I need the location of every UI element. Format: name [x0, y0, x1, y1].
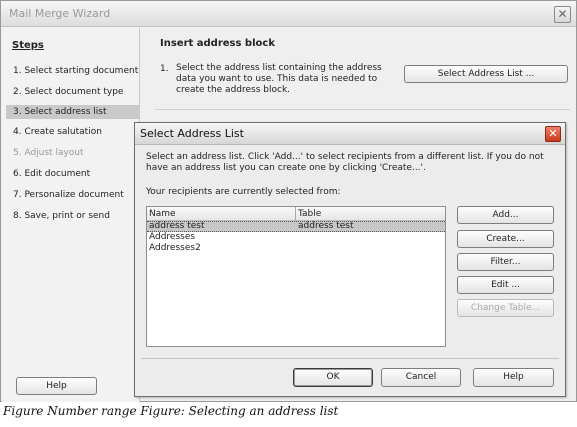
step-create-salutation[interactable]: 4. Create salutation [6, 125, 139, 139]
address-list-table[interactable]: Name Table address test address test Add… [146, 206, 446, 347]
ok-button[interactable]: OK [293, 368, 373, 387]
dialog-titlebar[interactable]: Select Address List ✕ [135, 123, 565, 145]
select-address-list-dialog: Select Address List ✕ Select an address … [134, 122, 566, 397]
table-row[interactable]: Addresses2 [147, 243, 445, 254]
column-header-table[interactable]: Table [296, 208, 321, 220]
recipients-note: Your recipients are currently selected f… [146, 187, 341, 197]
add-button[interactable]: Add... [457, 206, 554, 224]
table-row[interactable]: address test address test [147, 221, 445, 232]
wizard-titlebar[interactable]: Mail Merge Wizard ✕ [1, 1, 576, 27]
dialog-title: Select Address List [140, 127, 244, 140]
wizard-title: Mail Merge Wizard [9, 7, 111, 20]
change-table-button: Change Table... [457, 299, 554, 317]
step-select-document-type[interactable]: 2. Select document type [6, 85, 139, 99]
step-select-starting-document[interactable]: 1. Select starting document [6, 64, 139, 78]
step-edit-document[interactable]: 6. Edit document [6, 167, 139, 181]
step-select-address-list[interactable]: 3. Select address list [6, 105, 139, 119]
row-name-cell: address test [149, 221, 205, 231]
table-row[interactable]: Addresses [147, 232, 445, 243]
steps-heading: Steps [12, 40, 44, 51]
steps-panel: Steps 1. Select starting document 2. Sel… [2, 28, 140, 402]
step-adjust-layout: 5. Adjust layout [13, 148, 84, 158]
wizard-help-button[interactable]: Help [16, 377, 97, 395]
step-personalize-document[interactable]: 7. Personalize document [6, 188, 139, 202]
dialog-instructions: Select an address list. Click 'Add...' t… [146, 152, 544, 173]
figure-caption: Figure Number range Figure: Selecting an… [3, 404, 339, 418]
section-title: Insert address block [160, 38, 275, 49]
separator [155, 109, 570, 110]
dialog-close-button[interactable]: ✕ [545, 126, 561, 142]
cancel-button[interactable]: Cancel [381, 368, 461, 387]
dialog-help-button[interactable]: Help [473, 368, 554, 387]
instruction-text: Select the address list containing the a… [176, 63, 382, 95]
row-table-cell: address test [298, 221, 354, 231]
wizard-close-button[interactable]: ✕ [554, 6, 571, 23]
create-button[interactable]: Create... [457, 230, 554, 248]
step-save-print-send[interactable]: 8. Save, print or send [6, 209, 139, 223]
close-icon: ✕ [548, 127, 558, 140]
filter-button[interactable]: Filter... [457, 253, 554, 271]
column-header-name[interactable]: Name [147, 208, 176, 220]
close-icon: ✕ [557, 7, 568, 21]
separator [141, 358, 559, 359]
row-name-cell: Addresses2 [149, 243, 201, 253]
select-address-list-button[interactable]: Select Address List ... [404, 65, 568, 83]
instruction-number: 1. [160, 64, 169, 74]
edit-button[interactable]: Edit ... [457, 276, 554, 294]
row-name-cell: Addresses [149, 232, 196, 242]
table-header: Name Table [147, 207, 445, 221]
